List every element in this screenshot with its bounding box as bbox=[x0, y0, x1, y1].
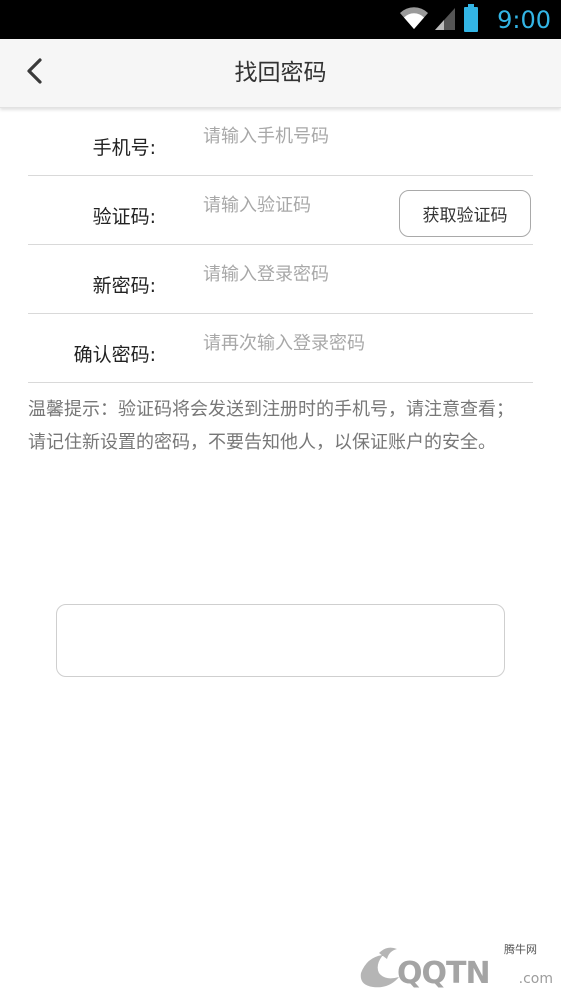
status-icons: 9:00 bbox=[399, 0, 551, 39]
code-label: 验证码: bbox=[92, 206, 156, 228]
code-input[interactable] bbox=[203, 190, 393, 220]
get-code-button[interactable]: 获取验证码 bbox=[399, 190, 531, 237]
reset-password-form: 手机号: 验证码: 获取验证码 新密码: 确认密码: bbox=[28, 107, 533, 383]
confirm-password-input[interactable] bbox=[203, 328, 523, 358]
watermark-domain: .com bbox=[518, 971, 553, 987]
status-bar: 9:00 bbox=[0, 0, 561, 39]
new-password-input[interactable] bbox=[203, 259, 523, 289]
app-header: 找回密码 bbox=[0, 39, 561, 108]
new-password-label: 新密码: bbox=[92, 275, 156, 297]
code-row: 验证码: 获取验证码 bbox=[28, 176, 533, 245]
new-password-row: 新密码: bbox=[28, 245, 533, 314]
confirm-password-row: 确认密码: bbox=[28, 314, 533, 383]
tip-text: 温馨提示：验证码将会发送到注册时的手机号，请注意查看；请记住新设置的密码，不要告… bbox=[28, 399, 514, 453]
battery-icon bbox=[463, 3, 479, 36]
phone-input[interactable] bbox=[203, 121, 523, 151]
phone-label: 手机号: bbox=[92, 137, 156, 159]
watermark: 腾牛网 QQTN .com bbox=[353, 941, 553, 993]
status-time: 9:00 bbox=[497, 5, 551, 34]
watermark-site-name: 腾牛网 bbox=[504, 941, 537, 957]
wifi-icon bbox=[399, 6, 429, 34]
phone-row: 手机号: bbox=[28, 107, 533, 176]
confirm-password-label: 确认密码: bbox=[73, 344, 156, 366]
watermark-brand: QQTN bbox=[397, 956, 491, 991]
submit-button[interactable] bbox=[56, 604, 505, 677]
page-title: 找回密码 bbox=[234, 60, 327, 86]
signal-icon bbox=[435, 6, 457, 34]
